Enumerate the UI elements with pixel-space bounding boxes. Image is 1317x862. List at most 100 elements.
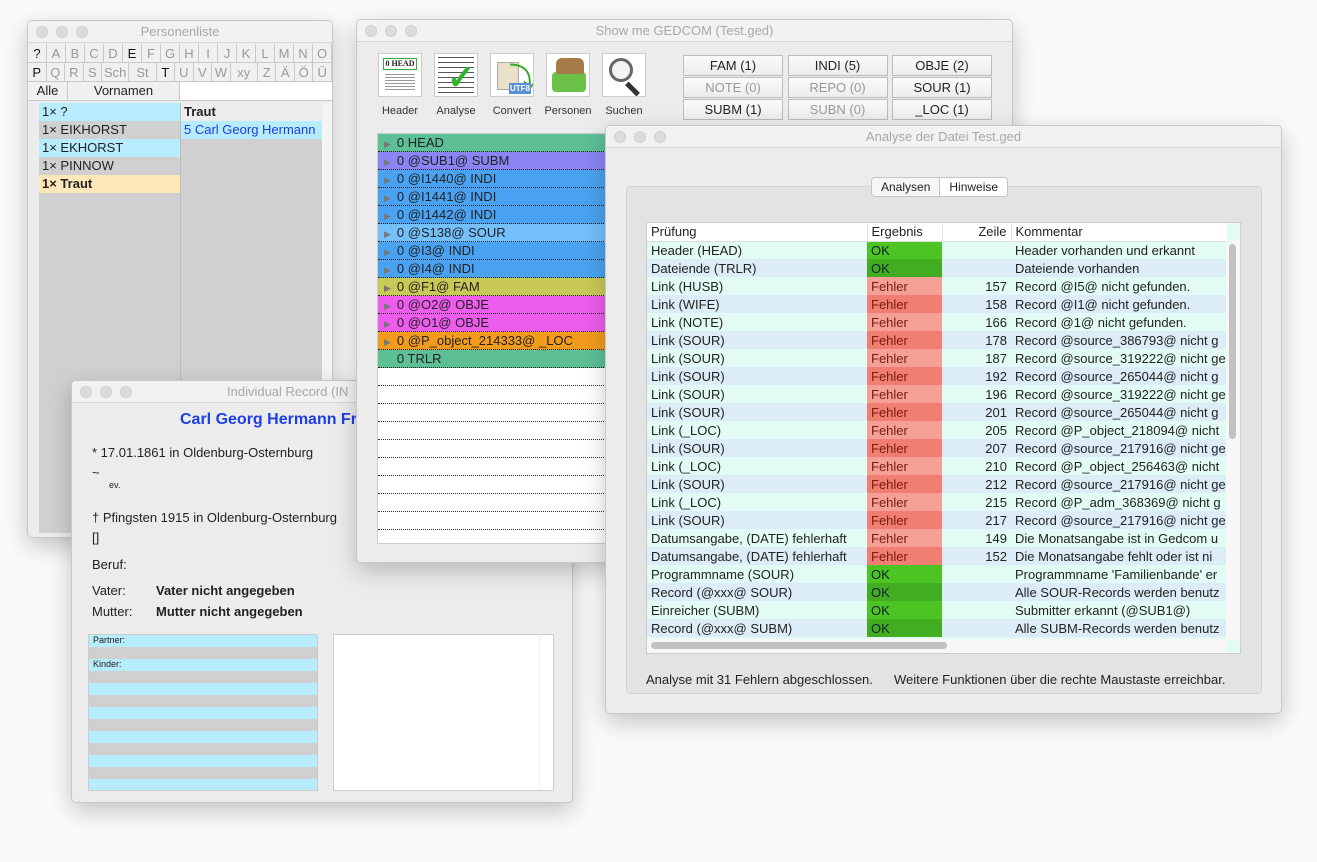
horizontal-scrollbar[interactable] bbox=[647, 639, 1227, 653]
family-list[interactable] bbox=[88, 634, 318, 791]
close-button[interactable] bbox=[36, 26, 48, 38]
surname-item[interactable]: 1× ? bbox=[39, 103, 180, 121]
table-row[interactable]: Link (_LOC) Fehler 210 Record @P_object_256… bbox=[647, 457, 1227, 475]
filter-field[interactable] bbox=[180, 82, 332, 100]
letter-button[interactable]: xy bbox=[230, 63, 258, 82]
table-row[interactable]: Link (SOUR) Fehler 178 Record @source_38679… bbox=[647, 331, 1227, 349]
disclosure-triangle-icon[interactable]: ▶ bbox=[384, 301, 391, 311]
table-row[interactable]: Datumsangabe, (DATE) fehlerhaft Fehler 149… bbox=[647, 529, 1227, 547]
column-header[interactable]: Kommentar bbox=[1010, 223, 1227, 241]
tab-vornamen[interactable]: Vornamen bbox=[68, 82, 180, 100]
table-row[interactable]: Link (NOTE) Fehler 166 Record @1@ nicht gef… bbox=[647, 313, 1227, 331]
surname-item[interactable]: 1× EKHORST bbox=[39, 139, 180, 157]
letter-button[interactable]: I bbox=[199, 44, 218, 63]
analyse-tool-button[interactable]: ✓ Analyse bbox=[431, 53, 481, 117]
disclosure-triangle-icon[interactable]: ▶ bbox=[384, 193, 391, 203]
letter-button[interactable]: Q bbox=[46, 63, 66, 82]
table-row[interactable]: Link (SOUR) Fehler 212 Record @source_21791… bbox=[647, 475, 1227, 493]
table-row[interactable]: Programmname (SOUR) OK Programmname 'Famil… bbox=[647, 565, 1227, 583]
letter-button[interactable]: W bbox=[212, 63, 231, 82]
table-row[interactable]: Link (SOUR) Fehler 217 Record @source_21791… bbox=[647, 511, 1227, 529]
close-button[interactable] bbox=[80, 386, 92, 398]
table-row[interactable]: Record (@xxx@ SUBM) OK Alle SUBM-Records w… bbox=[647, 619, 1227, 637]
tab-alle[interactable]: Alle bbox=[28, 82, 68, 100]
column-header[interactable]: Prüfung bbox=[647, 223, 867, 241]
letter-button[interactable]: L bbox=[256, 44, 275, 63]
close-button[interactable] bbox=[365, 25, 377, 37]
minimize-button[interactable] bbox=[634, 131, 646, 143]
close-button[interactable] bbox=[614, 131, 626, 143]
record-row[interactable]: ▶ 0 @I1441@ INDI bbox=[378, 188, 636, 206]
surname-item[interactable]: 1× Traut bbox=[39, 175, 180, 193]
letter-button[interactable]: M bbox=[275, 44, 294, 63]
table-row[interactable]: Link (SOUR) Fehler 207 Record @source_21791… bbox=[647, 439, 1227, 457]
minimize-button[interactable] bbox=[385, 25, 397, 37]
letter-button[interactable]: E bbox=[123, 44, 142, 63]
record-type-button[interactable]: _LOC (1) bbox=[892, 99, 992, 120]
record-row[interactable]: ▶ 0 @I1442@ INDI bbox=[378, 206, 636, 224]
record-row[interactable]: ▶ 0 @SUB1@ SUBM bbox=[378, 152, 636, 170]
record-type-button[interactable]: NOTE (0) bbox=[683, 77, 783, 98]
father-value[interactable]: Vater nicht angegeben bbox=[156, 583, 295, 598]
table-row[interactable]: Link (_LOC) Fehler 205 Record @P_object_218… bbox=[647, 421, 1227, 439]
record-row[interactable]: ▶ 0 @I3@ INDI bbox=[378, 242, 636, 260]
vertical-scrollbar[interactable] bbox=[1226, 240, 1240, 640]
letter-button[interactable]: Sch bbox=[102, 63, 130, 82]
table-row[interactable]: Datumsangabe, (DATE) fehlerhaft Fehler 152… bbox=[647, 547, 1227, 565]
header-tool-button[interactable]: 0 HEAD Header bbox=[375, 53, 425, 117]
record-type-button[interactable]: SUBN (0) bbox=[787, 99, 888, 120]
zoom-button[interactable] bbox=[120, 386, 132, 398]
table-row[interactable]: Dateiende (TRLR) OK Dateiende vorhanden bbox=[647, 259, 1227, 277]
record-row[interactable]: ▶ 0 @I1440@ INDI bbox=[378, 170, 636, 188]
letter-button[interactable]: St bbox=[129, 63, 157, 82]
letter-button[interactable]: F bbox=[142, 44, 161, 63]
column-header[interactable]: Ergebnis bbox=[866, 223, 942, 241]
disclosure-triangle-icon[interactable]: ▶ bbox=[384, 283, 391, 293]
disclosure-triangle-icon[interactable]: ▶ bbox=[384, 247, 391, 257]
convert-tool-button[interactable]: ⤵UTF8 Convert bbox=[487, 53, 537, 117]
letter-button[interactable]: Z bbox=[257, 63, 277, 82]
table-row[interactable]: Link (SOUR) Fehler 201 Record @source_26504… bbox=[647, 403, 1227, 421]
results-table[interactable]: Prüfung Ergebnis Zeile Kommentar Header (HE… bbox=[646, 222, 1241, 654]
person-item[interactable]: 5 Carl Georg Hermann bbox=[181, 121, 322, 139]
letter-button[interactable]: N bbox=[294, 44, 313, 63]
letter-button[interactable]: Ä bbox=[276, 63, 295, 82]
disclosure-triangle-icon[interactable]: ▶ bbox=[384, 175, 391, 185]
table-row[interactable]: Link (_LOC) Fehler 215 Record @P_adm_368369… bbox=[647, 493, 1227, 511]
table-row[interactable]: Link (SOUR) Fehler 187 Record @source_31922… bbox=[647, 349, 1227, 367]
disclosure-triangle-icon[interactable]: ▶ bbox=[384, 229, 391, 239]
zoom-button[interactable] bbox=[654, 131, 666, 143]
table-row[interactable]: Link (WIFE) Fehler 158 Record @I1@ nicht ge… bbox=[647, 295, 1227, 313]
table-row[interactable]: Einreicher (SUBM) OK Submitter erkannt (@S… bbox=[647, 601, 1227, 619]
record-row[interactable]: ▶0 TRLR bbox=[378, 350, 636, 368]
letter-button[interactable]: V bbox=[193, 63, 213, 82]
tab-hinweise[interactable]: Hinweise bbox=[940, 178, 1008, 196]
table-row[interactable]: Link (SOUR) Fehler 196 Record @source_31922… bbox=[647, 385, 1227, 403]
table-row[interactable]: Header (HEAD) OK Header vorhanden und erka… bbox=[647, 241, 1227, 259]
record-list[interactable]: ▶ 0 HEAD ▶ 0 @SUB1@ SUBM ▶ 0 @I1440@ INDI ▶ 0 @… bbox=[377, 133, 637, 544]
record-type-button[interactable]: REPO (0) bbox=[787, 77, 888, 98]
disclosure-triangle-icon[interactable]: ▶ bbox=[384, 319, 391, 329]
zoom-button[interactable] bbox=[405, 25, 417, 37]
record-type-button[interactable]: FAM (1) bbox=[683, 55, 783, 76]
record-row[interactable]: ▶ 0 @O2@ OBJE bbox=[378, 296, 636, 314]
table-row[interactable]: Link (SOUR) Fehler 192 Record @source_26504… bbox=[647, 367, 1227, 385]
letter-button[interactable]: R bbox=[65, 63, 84, 82]
record-row[interactable]: ▶ 0 @O1@ OBJE bbox=[378, 314, 636, 332]
letter-button[interactable]: B bbox=[66, 44, 85, 63]
record-row[interactable]: ▶ 0 @S138@ SOUR bbox=[378, 224, 636, 242]
column-header[interactable]: Zeile bbox=[941, 223, 1011, 241]
letter-button[interactable]: C bbox=[85, 44, 104, 63]
record-type-button[interactable]: OBJE (2) bbox=[892, 55, 992, 76]
mother-value[interactable]: Mutter nicht angegeben bbox=[156, 604, 303, 619]
letter-button[interactable]: G bbox=[161, 44, 180, 63]
letter-button[interactable]: H bbox=[180, 44, 199, 63]
table-row[interactable]: Record (@xxx@ SOUR) OK Alle SOUR-Records w… bbox=[647, 583, 1227, 601]
detail-pane[interactable] bbox=[333, 634, 554, 791]
disclosure-triangle-icon[interactable]: ▶ bbox=[384, 157, 391, 167]
minimize-button[interactable] bbox=[56, 26, 68, 38]
letter-button[interactable]: O bbox=[313, 44, 332, 63]
record-type-button[interactable]: SUBM (1) bbox=[683, 99, 783, 120]
table-row[interactable]: Link (HUSB) Fehler 157 Record @I5@ nicht ge… bbox=[647, 277, 1227, 295]
record-type-button[interactable]: INDI (5) bbox=[787, 55, 888, 76]
